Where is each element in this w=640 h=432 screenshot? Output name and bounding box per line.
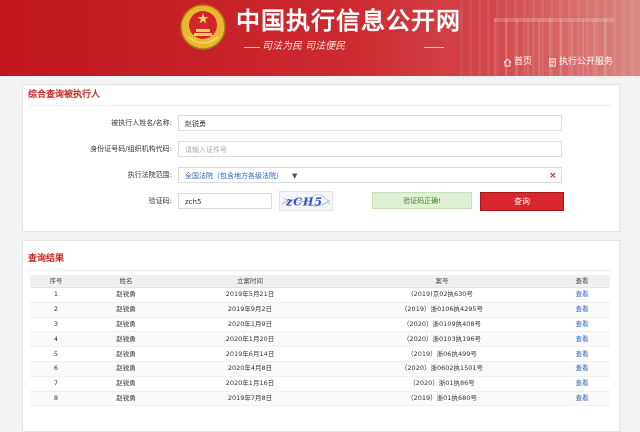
row-view-link[interactable]: 查看 [554,302,610,318]
row-name-cell: 赵锐勇 [82,361,170,377]
row-name-cell: 赵锐勇 [82,391,170,407]
column-header-filing-date: 立案时间 [170,275,330,288]
row-view-link[interactable]: 查看 [554,331,610,348]
row-view-link[interactable]: 查看 [554,317,610,333]
form-title: 综合查询被执行人 [28,90,101,100]
row-filing-date-cell: 2020年1月20日 [170,331,330,348]
row-filing-date-cell: 2019年9月2日 [170,302,330,318]
row-view-link[interactable]: 查看 [554,391,610,407]
row-case-number-cell: （2020）浙01执86号 [330,376,554,392]
row-view-link[interactable]: 查看 [554,376,610,392]
row-filing-date-cell: 2020年1月9日 [170,317,330,333]
site-title: 中国执行信息公开网 [236,7,461,35]
row-case-number-cell: （2020）浙0109执408号 [330,317,554,333]
captcha-image[interactable]: zCH5 [279,191,333,211]
clear-selection-icon[interactable]: × [549,170,557,182]
row-view-link[interactable]: 查看 [554,346,610,362]
court-emblem-icon [180,4,226,50]
row-name-cell: 赵锐勇 [82,302,170,318]
home-icon [503,57,512,67]
row-index-cell: 3 [30,317,82,333]
column-header-view: 查看 [554,275,610,288]
table-row: 5 赵锐勇 2019年6月14日 （2019）浙06执499号 查看 [30,346,610,362]
row-case-number-cell: (2019)京02执630号 [330,287,554,303]
row-filing-date-cell: 2019年6月14日 [170,346,330,362]
row-name-cell: 赵锐勇 [82,331,170,348]
table-row: 4 赵锐勇 2020年1月20日 （2020）浙0103执196号 查看 [30,331,610,348]
row-index-cell: 8 [30,391,82,407]
row-index-cell: 6 [30,361,82,377]
slogan-divider-right [424,47,444,48]
results-title: 查询结果 [28,254,65,264]
row-view-link[interactable]: 查看 [554,361,610,377]
row-case-number-cell: （2020）浙0103执196号 [330,331,554,348]
results-header-row: 序号 姓名 立案时间 案号 查看 [30,275,610,288]
captcha-verified-badge: 验证码正确! [372,192,472,209]
row-name-cell: 赵锐勇 [82,317,170,333]
table-row: 2 赵锐勇 2019年9月2日 （2019）浙0106执4295号 查看 [30,302,610,318]
id-field-label: 身份证号码/组织机构代码: [90,145,172,153]
table-row: 7 赵锐勇 2020年1月16日 （2020）浙01执86号 查看 [30,376,610,392]
row-name-cell: 赵锐勇 [82,346,170,362]
column-header-name: 姓名 [82,275,170,288]
document-icon [549,57,556,67]
captcha-text: zCH5 [285,196,323,209]
results-body: 1 赵锐勇 2019年5月21日 (2019)京02执630号 查看 2 赵锐勇 2019年9… [30,287,610,407]
row-name-cell: 赵锐勇 [82,376,170,392]
column-header-index: 序号 [30,275,82,288]
court-scope-label: 执行法院范围: [127,171,172,179]
row-filing-date-cell: 2020年4月8日 [170,361,330,377]
dropdown-caret-icon[interactable]: ▼ [292,171,297,181]
column-header-case-number: 案号 [330,275,554,288]
row-index-cell: 1 [30,287,82,303]
row-filing-date-cell: 2019年5月21日 [170,287,330,303]
name-input[interactable]: 赵锐勇 [178,115,562,131]
row-name-cell: 赵锐勇 [82,287,170,303]
row-view-link[interactable]: 查看 [554,287,610,303]
nav-enforcement-service-link[interactable]: 执行公开服务 [548,55,613,69]
row-filing-date-cell: 2020年1月16日 [170,376,330,392]
table-row: 3 赵锐勇 2020年1月9日 （2020）浙0109执408号 查看 [30,317,610,333]
court-scope-select[interactable]: 全国法院（包含地方各级法院） [178,167,562,183]
table-row: 8 赵锐勇 2019年7月8日 （2019）浙01执680号 查看 [30,391,610,407]
row-case-number-cell: （2020）浙0602执1501号 [330,361,554,377]
captcha-input[interactable]: zch5 [178,193,272,209]
row-filing-date-cell: 2019年7月8日 [170,391,330,407]
id-number-input[interactable]: 请输入证件号 [178,141,562,157]
captcha-field-label: 验证码: [148,197,172,205]
nav-home-label: 首页 [514,57,533,67]
row-index-cell: 4 [30,331,82,348]
row-index-cell: 5 [30,346,82,362]
results-title-divider [28,270,612,271]
row-case-number-cell: （2019）浙0106执4295号 [330,302,554,318]
row-index-cell: 7 [30,376,82,392]
row-case-number-cell: （2019）浙06执499号 [330,346,554,362]
results-table: 序号 姓名 立案时间 案号 查看 1 赵锐勇 2019年5月21日 (2019)京02… [30,275,610,407]
nav-enforcement-service-label: 执行公开服务 [559,57,614,67]
row-index-cell: 2 [30,302,82,318]
table-row: 1 赵锐勇 2019年5月21日 (2019)京02执630号 查看 [30,287,610,303]
name-field-label: 被执行人姓名/名称: [111,119,172,127]
search-submit-button[interactable]: 查询 [480,192,564,211]
slogan-divider-left [244,47,260,48]
site-slogan: 司法为民 司法便民 [262,41,346,52]
row-case-number-cell: （2019）浙01执680号 [330,391,554,407]
nav-home-link[interactable]: 首页 [503,55,532,69]
table-row: 6 赵锐勇 2020年4月8日 （2020）浙0602执1501号 查看 [30,361,610,377]
form-title-divider [28,105,612,106]
